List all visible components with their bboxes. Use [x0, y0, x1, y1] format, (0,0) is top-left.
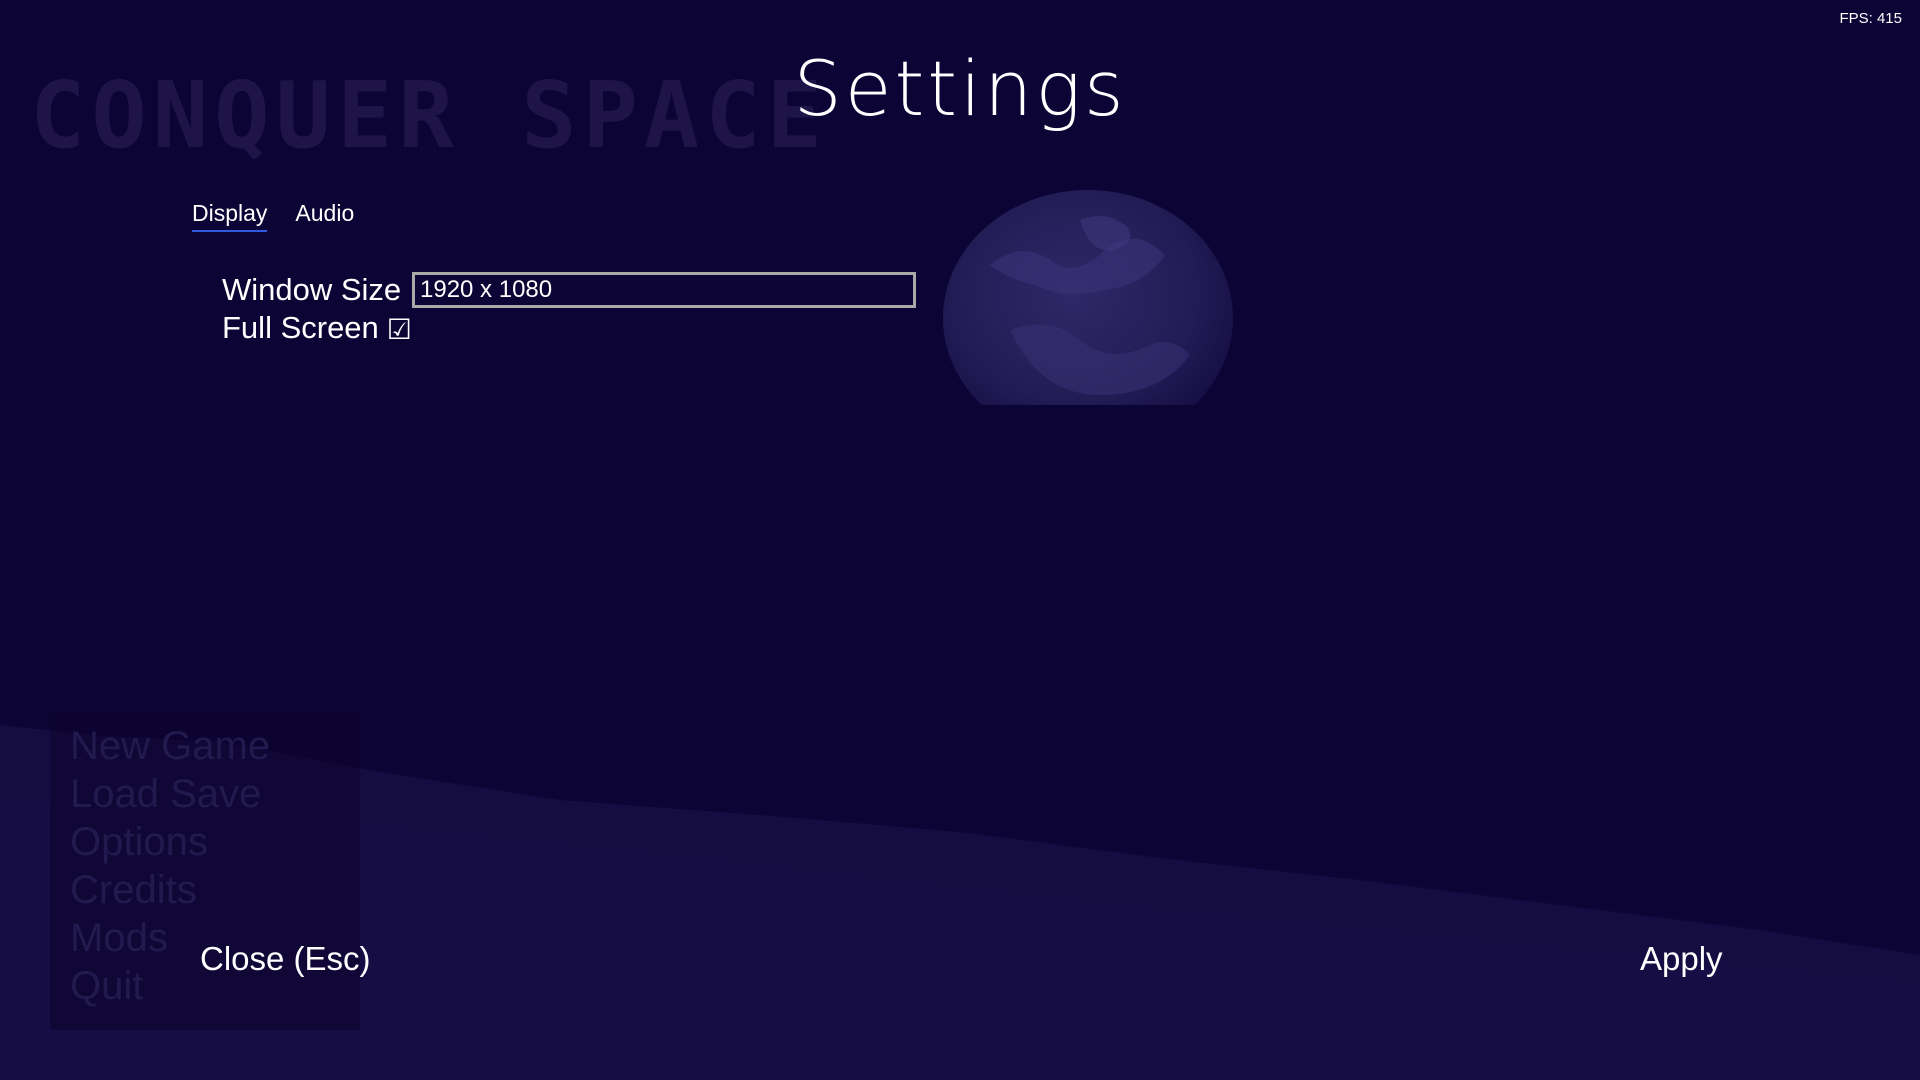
window-size-label: Window Size [222, 272, 402, 307]
page-title: Settings [793, 44, 1127, 133]
display-settings-form: Window Size 1920 x 1080 Full Screen ☑ [222, 270, 916, 346]
apply-button[interactable]: Apply [1640, 940, 1723, 978]
close-button[interactable]: Close (Esc) [200, 940, 371, 978]
earth-image [943, 190, 1233, 405]
window-size-row: Window Size [222, 270, 412, 308]
bg-menu-item-new-game: New Game [70, 724, 271, 768]
window-size-dropdown[interactable]: 1920 x 1080 [412, 272, 916, 308]
fps-counter: FPS: 415 [1839, 10, 1902, 27]
tab-display[interactable]: Display [192, 200, 268, 232]
tab-audio[interactable]: Audio [295, 200, 354, 232]
full-screen-checkbox[interactable]: ☑ [387, 313, 412, 346]
bg-menu-item-options: Options [70, 820, 208, 864]
bg-menu-item-load-save: Load Save [70, 772, 262, 816]
settings-tabs: Display Audio [192, 200, 354, 232]
full-screen-row: Full Screen ☑ [222, 308, 412, 346]
full-screen-label: Full Screen [222, 310, 379, 345]
bg-menu-item-credits: Credits [70, 868, 197, 912]
settings-screen: CONQUER SPACE New Game Load Save Options… [0, 0, 1920, 1080]
